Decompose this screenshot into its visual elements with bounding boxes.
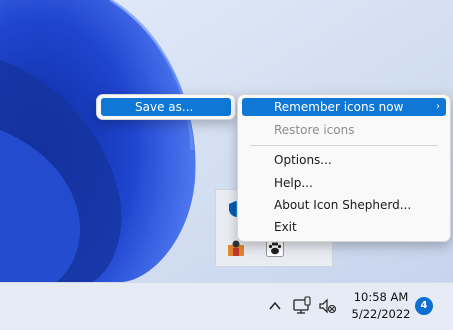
volume-muted-icon[interactable]	[317, 295, 339, 317]
restore-icons-menu-item: Restore icons	[242, 121, 446, 139]
taskbar: 10:58 AM 5/22/2022 4	[0, 282, 453, 330]
restore-icons-label: Restore icons	[274, 123, 355, 137]
help-label: Help...	[274, 176, 313, 190]
save-submenu: Save as...	[96, 94, 236, 120]
remember-icons-now-label: Remember icons now	[274, 100, 404, 114]
exit-menu-item[interactable]: Exit	[242, 218, 446, 236]
menu-separator	[250, 145, 438, 146]
help-menu-item[interactable]: Help...	[242, 174, 446, 192]
clock-date: 5/22/2022	[351, 307, 411, 321]
save-as-menu-item[interactable]: Save as...	[101, 98, 231, 116]
about-label: About Icon Shepherd...	[274, 198, 412, 212]
exit-label: Exit	[274, 220, 297, 234]
save-as-label: Save as...	[135, 100, 194, 114]
icon-shepherd-context-menu: Remember icons now › Restore icons Optio…	[237, 94, 451, 242]
submenu-arrow-icon: ›	[436, 101, 440, 112]
options-label: Options...	[274, 153, 332, 167]
remember-icons-now-menu-item[interactable]: Remember icons now ›	[242, 98, 446, 116]
about-menu-item[interactable]: About Icon Shepherd...	[242, 196, 446, 214]
clock-time: 10:58 AM	[353, 290, 409, 304]
taskbar-clock[interactable]: 10:58 AM 5/22/2022	[350, 289, 412, 323]
network-icon[interactable]	[291, 295, 313, 317]
options-menu-item[interactable]: Options...	[242, 151, 446, 169]
chevron-up-icon[interactable]	[264, 295, 286, 317]
notification-badge[interactable]: 4	[415, 297, 433, 315]
